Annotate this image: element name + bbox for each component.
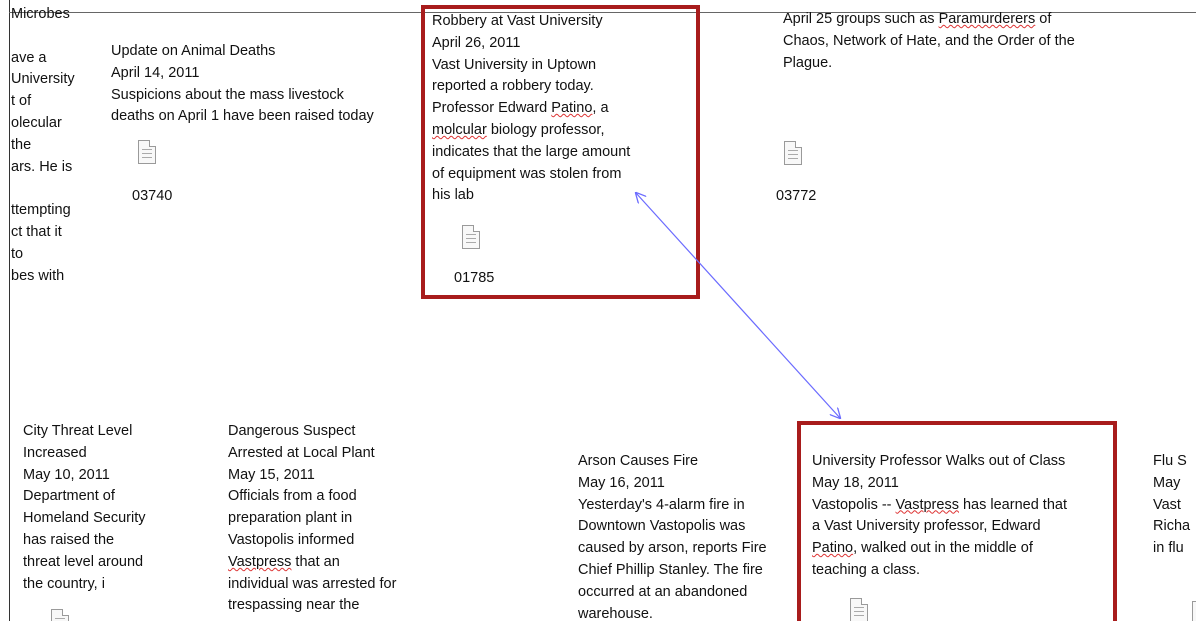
link-arrow[interactable]: [636, 193, 840, 418]
canvas: Microbes ave a University t of olecular …: [0, 0, 1196, 621]
link-layer: [0, 0, 1196, 621]
